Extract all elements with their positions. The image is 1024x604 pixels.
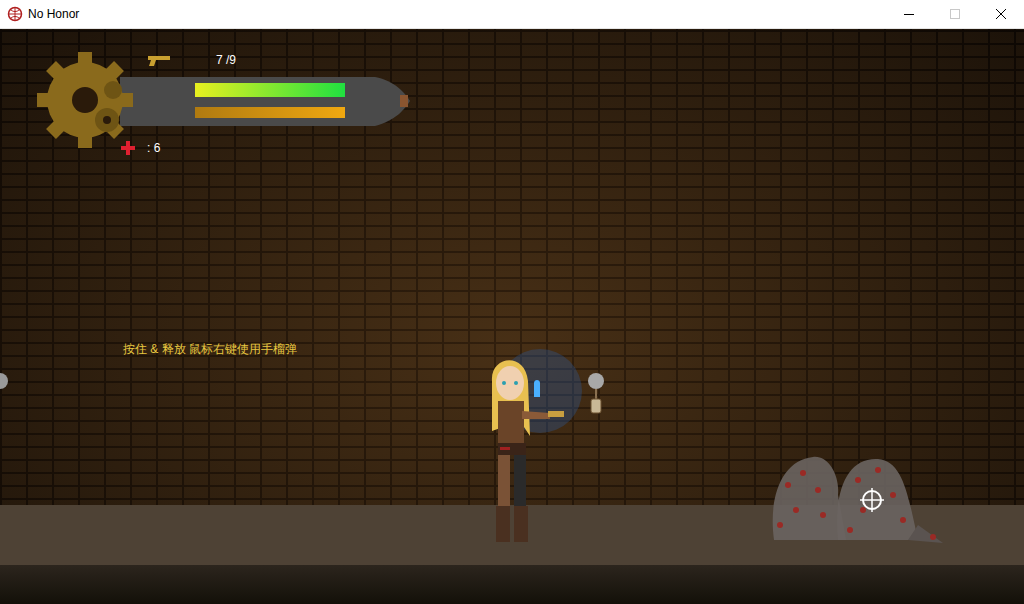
status-panel <box>120 73 410 130</box>
wall-lamp <box>586 373 606 423</box>
game-scene[interactable]: 7 /9 : 6 按住 & 释放 鼠标右键使用手榴弹 <box>0 29 1024 604</box>
tutorial-hint: 按住 & 释放 鼠标右键使用手榴弹 <box>123 342 297 357</box>
title-bar: No Honor <box>0 0 1024 29</box>
game-window: No Honor <box>0 0 1024 604</box>
medkit-counter: : 6 <box>147 142 160 154</box>
gear-icon <box>35 50 135 150</box>
minimize-icon <box>904 9 914 19</box>
maximize-button[interactable] <box>932 0 978 28</box>
stamina-bar <box>195 107 345 118</box>
app-icon <box>7 6 23 22</box>
close-icon <box>996 9 1006 19</box>
medkit-icon <box>121 141 135 155</box>
maximize-icon <box>950 9 960 19</box>
player-character <box>470 341 600 551</box>
health-fill <box>195 83 345 97</box>
crosshair-icon <box>860 488 884 512</box>
minimize-button[interactable] <box>886 0 932 28</box>
floor-edge <box>0 565 1024 604</box>
enemy[interactable] <box>768 455 948 545</box>
stamina-fill <box>195 107 345 118</box>
window-title: No Honor <box>28 8 79 20</box>
health-bar <box>195 83 345 97</box>
pistol-icon <box>146 54 172 66</box>
close-button[interactable] <box>978 0 1024 28</box>
ammo-counter: 7 /9 <box>216 54 236 66</box>
